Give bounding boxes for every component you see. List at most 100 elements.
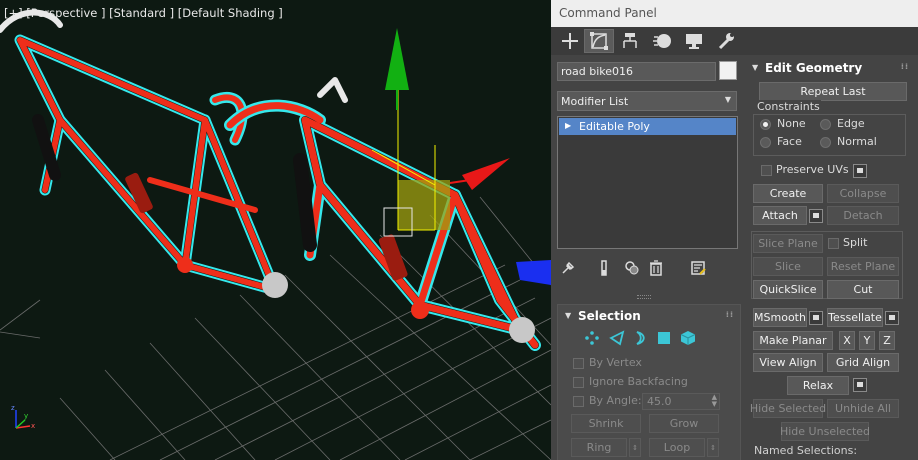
planar-z-button[interactable]: Z <box>879 331 895 350</box>
viewport-scene: z x y <box>0 9 551 460</box>
by-vertex-checkbox[interactable] <box>573 358 584 369</box>
detach-button[interactable]: Detach <box>827 206 899 225</box>
element-icon <box>680 331 696 345</box>
by-angle-checkbox[interactable] <box>573 396 584 407</box>
rollout-grip-icon: ⁞⁞ <box>900 62 909 71</box>
svg-text:y: y <box>24 412 28 420</box>
object-color-swatch[interactable] <box>719 61 737 80</box>
preserve-uvs-label: Preserve UVs <box>776 163 849 176</box>
spinner-arrows-icon[interactable]: ▲ ▼ <box>712 394 717 408</box>
collapse-triangle-icon: ▼ <box>752 63 759 72</box>
expand-triangle-icon[interactable]: ▶ <box>565 121 571 130</box>
remove-modifier-button[interactable] <box>647 259 665 277</box>
constraint-edge-radio[interactable] <box>820 119 831 130</box>
preserve-uvs-checkbox[interactable] <box>761 165 772 176</box>
modifier-list-label: Modifier List <box>561 95 629 108</box>
stack-resize-grip[interactable] <box>637 295 651 299</box>
command-panel-tabs <box>551 27 918 55</box>
view-align-button[interactable]: View Align <box>753 353 823 372</box>
preserve-uvs-settings-button[interactable] <box>853 164 867 178</box>
loop-spinner[interactable]: ⇕ <box>707 438 719 457</box>
angle-value: 45.0 <box>647 395 672 408</box>
constraint-edge-label: Edge <box>837 117 865 130</box>
viewport-label[interactable]: [+] [Perspective ] [Standard ] [Default … <box>4 6 283 20</box>
selection-rollout-header[interactable]: ▼ Selection ⁞⁞ <box>558 305 740 327</box>
trash-icon <box>650 260 662 276</box>
ring-spinner[interactable]: ⇕ <box>629 438 641 457</box>
modifier-list-dropdown[interactable]: Modifier List ▼ <box>557 91 737 111</box>
motion-icon <box>653 34 671 48</box>
split-checkbox[interactable] <box>828 238 839 249</box>
tab-create[interactable] <box>555 29 585 53</box>
constraint-face-radio[interactable] <box>760 137 771 148</box>
hide-unselected-button[interactable]: Hide Unselected <box>780 422 870 441</box>
constraint-normal-radio[interactable] <box>820 137 831 148</box>
tessellate-settings-button[interactable] <box>885 311 899 325</box>
command-panel: Command Panel road bike016 Modifier List… <box>551 0 918 460</box>
constraint-face-label: Face <box>777 135 802 148</box>
svg-text:z: z <box>11 404 15 412</box>
tab-modify[interactable] <box>584 29 614 53</box>
msmooth-button[interactable]: MSmooth <box>753 308 807 327</box>
ignore-backfacing-label: Ignore Backfacing <box>589 375 688 388</box>
edge-icon <box>609 330 625 346</box>
element-mode-button[interactable] <box>680 330 696 346</box>
tessellate-button[interactable]: Tessellate <box>827 308 883 327</box>
cut-button[interactable]: Cut <box>827 280 899 299</box>
tab-hierarchy[interactable] <box>615 29 645 53</box>
loop-button[interactable]: Loop <box>649 438 705 457</box>
configure-modifier-sets-button[interactable] <box>689 259 707 277</box>
angle-spinner[interactable]: 45.0 ▲ ▼ <box>642 393 720 410</box>
grid-align-button[interactable]: Grid Align <box>827 353 899 372</box>
end-result-icon <box>601 260 607 276</box>
polygon-icon <box>658 332 670 344</box>
axis-tripod: z x y <box>11 404 35 430</box>
shrink-button[interactable]: Shrink <box>571 414 641 433</box>
slice-button[interactable]: Slice <box>753 257 823 276</box>
border-mode-button[interactable] <box>632 330 648 346</box>
tab-display[interactable] <box>679 29 709 53</box>
quickslice-button[interactable]: QuickSlice <box>753 280 823 299</box>
edge-mode-button[interactable] <box>609 330 625 346</box>
ring-button[interactable]: Ring <box>571 438 627 457</box>
grow-button[interactable]: Grow <box>649 414 719 433</box>
create-button[interactable]: Create <box>753 184 823 203</box>
planar-x-button[interactable]: X <box>839 331 855 350</box>
relax-settings-button[interactable] <box>853 378 867 392</box>
vertex-icon <box>585 331 599 345</box>
perspective-viewport[interactable]: [+] [Perspective ] [Standard ] [Default … <box>0 0 551 460</box>
command-panel-title: Command Panel <box>551 0 918 27</box>
object-name-field[interactable]: road bike016 <box>557 62 716 81</box>
edit-geometry-rollout-header[interactable]: ▼ Edit Geometry ⁞⁞ <box>745 57 915 79</box>
polygon-mode-button[interactable] <box>656 330 672 346</box>
by-angle-label: By Angle: <box>589 394 642 407</box>
unhide-all-button[interactable]: Unhide All <box>827 399 899 418</box>
collapse-button[interactable]: Collapse <box>827 184 899 203</box>
vertex-mode-button[interactable] <box>584 330 600 346</box>
make-unique-button[interactable] <box>623 259 641 277</box>
bike-front <box>224 77 541 351</box>
selection-rollout: ▼ Selection ⁞⁞ By Vertex Ignore Backfaci… <box>557 304 741 460</box>
msmooth-settings-button[interactable] <box>809 311 823 325</box>
modifier-stack[interactable]: ▶ Editable Poly <box>557 116 738 249</box>
repeat-last-button[interactable]: Repeat Last <box>759 82 907 101</box>
split-label: Split <box>843 236 868 249</box>
constraint-none-radio[interactable] <box>760 119 771 130</box>
make-planar-button[interactable]: Make Planar <box>753 331 833 350</box>
show-end-result-button[interactable] <box>595 259 613 277</box>
constraints-label: Constraints <box>756 100 821 113</box>
hide-selected-button[interactable]: Hide Selected <box>750 399 826 418</box>
tab-utilities[interactable] <box>711 29 741 53</box>
attach-button[interactable]: Attach <box>753 206 807 225</box>
attach-list-button[interactable] <box>809 209 823 223</box>
named-selections-label: Named Selections: <box>754 444 858 457</box>
planar-y-button[interactable]: Y <box>859 331 875 350</box>
make-unique-icon <box>625 261 639 275</box>
ignore-backfacing-checkbox[interactable] <box>573 377 584 388</box>
pin-stack-button[interactable] <box>559 259 577 277</box>
tab-motion[interactable] <box>647 29 677 53</box>
slice-plane-button[interactable]: Slice Plane <box>753 234 823 253</box>
stack-item-editable-poly[interactable]: ▶ Editable Poly <box>559 118 736 135</box>
relax-button[interactable]: Relax <box>787 376 849 395</box>
reset-plane-button[interactable]: Reset Plane <box>827 257 899 276</box>
